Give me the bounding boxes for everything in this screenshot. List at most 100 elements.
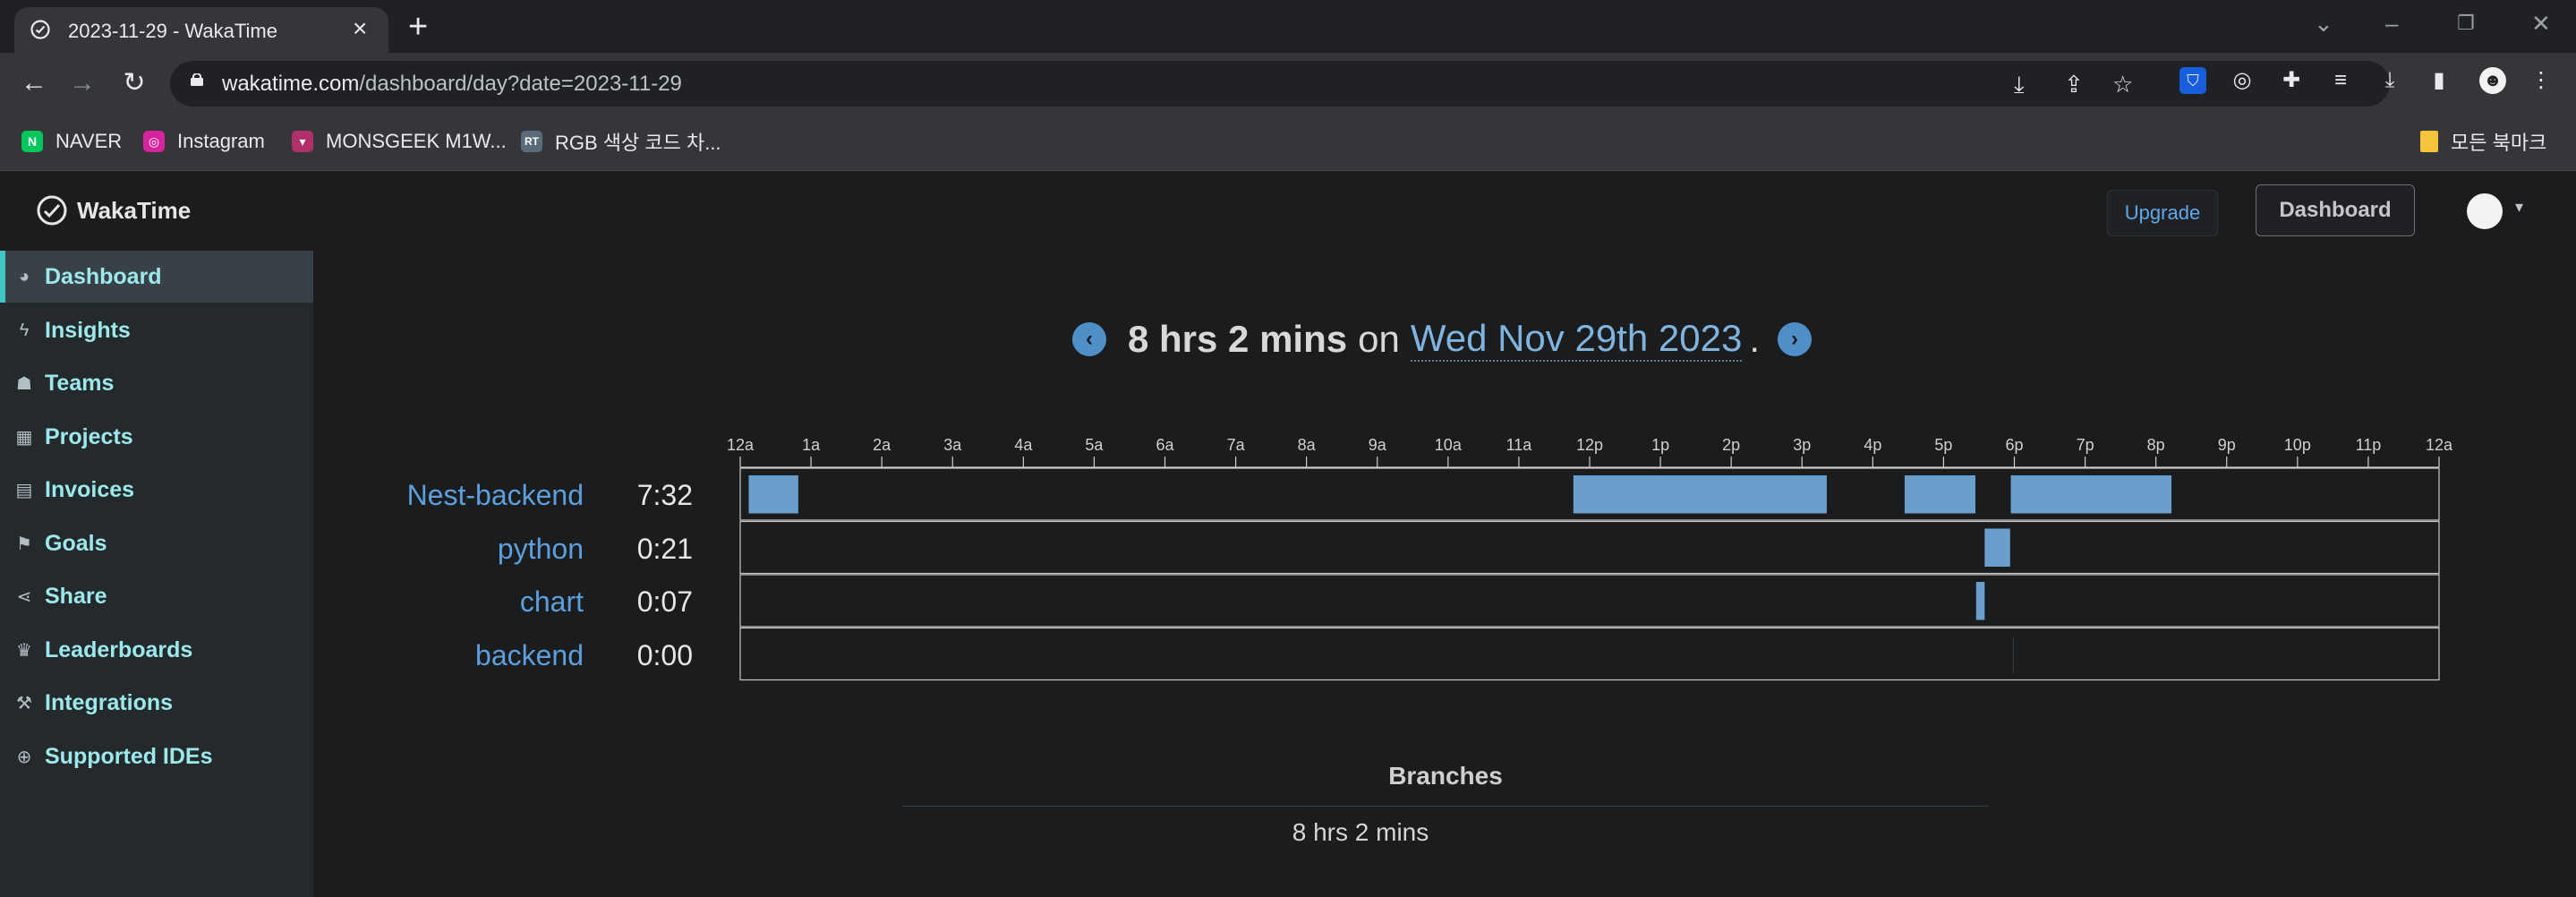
restore-icon[interactable]: ❐ [2457,5,2475,41]
x-tick-label: 6p [2005,436,2023,454]
address-bar[interactable]: wakatime.com/dashboard/day?date=2023-11-… [170,61,2390,107]
wakatime-page: WakaTime Upgrade Dashboard ▾ ◕ Dashboard… [0,171,2576,897]
x-tick-label: 12a [727,436,755,454]
activity-bar [748,475,798,514]
x-tick-label: 3p [1793,436,1811,454]
x-tick-label: 2p [1722,436,1740,454]
minimize-icon[interactable]: – [2385,5,2398,41]
document-icon: ▤ [15,480,33,500]
sidebar-item-share[interactable]: ⋖ Share [0,570,313,622]
browser-tabstrip: 2023-11-29 - WakaTime × + ⌄ – ❐ ✕ [0,0,2576,53]
dashboard-button[interactable]: Dashboard [2256,184,2415,236]
rgb-icon: RT [521,131,542,152]
date-picker-link[interactable]: Wed Nov 29th 2023 [1410,317,1743,362]
x-tick-label: 11a [1506,436,1533,454]
sidebar-item-leaderboards[interactable]: ♛ Leaderboards [0,624,313,676]
on-text: on [1358,318,1400,360]
trophy-icon: ♛ [16,640,32,661]
x-tick-label: 5a [1085,436,1104,454]
upgrade-button[interactable]: Upgrade [2107,190,2218,236]
browser-menu-icon[interactable]: ⋮ [2528,67,2555,94]
users-icon: ☗ [16,373,32,394]
period-text: . [1749,318,1760,360]
project-link[interactable]: chart [315,585,584,619]
wrench-icon: ⚒ [16,693,32,713]
user-avatar[interactable] [2467,193,2503,229]
extension-glasses-icon[interactable]: ◎ [2229,67,2256,94]
wakatime-logo[interactable]: WakaTime [36,194,191,226]
project-time: 0:07 [636,585,693,618]
folder-icon [2420,131,2438,152]
bookmark-monsgeek[interactable]: ▾ MONSGEEK M1W... [292,127,507,156]
sidebar-item-integrations[interactable]: ⚒ Integrations [0,677,313,729]
x-tick-label: 7a [1227,436,1246,454]
grid-icon: ▦ [15,427,33,448]
x-tick-label: 10p [2284,436,2311,454]
close-tab-icon[interactable]: × [353,15,367,42]
x-tick-label: 12a [2426,436,2453,454]
browser-toolbar: ← → ↻ wakatime.com/dashboard/day?date=20… [0,53,2576,115]
x-tick-label: 1p [1651,436,1669,454]
side-panel-icon[interactable]: ▮ [2426,67,2452,94]
browser-tab[interactable]: 2023-11-29 - WakaTime × [14,7,388,53]
install-app-icon[interactable]: ⤓ [2014,71,2025,99]
logo-text: WakaTime [77,196,192,224]
sidebar-item-projects[interactable]: ▦ Projects [0,411,313,463]
profile-avatar-icon[interactable]: ☻ [2479,67,2506,94]
window-close-icon[interactable]: ✕ [2531,5,2551,41]
bookmark-star-icon[interactable]: ☆ [2112,71,2133,98]
activity-bar [2012,636,2014,672]
url-text: wakatime.com/dashboard/day?date=2023-11-… [222,72,682,96]
activity-bar [1984,528,2010,567]
reload-icon[interactable]: ↻ [116,65,152,101]
timeline-row [739,574,2440,628]
x-tick-label: 9p [2218,436,2236,454]
activity-bar [2010,475,2172,514]
x-tick-label: 1a [802,436,821,454]
project-link[interactable]: python [315,533,584,566]
downloads-icon[interactable]: ⤓ [2376,67,2403,94]
wakatime-logo-icon [37,195,67,226]
x-tick-label: 2a [873,436,891,454]
activity-bar [1573,475,1827,514]
x-tick-label: 6a [1156,436,1174,454]
branches-total: 8 hrs 2 mins [1292,818,1429,846]
x-tick-label: 3a [943,436,962,454]
previous-day-icon[interactable]: ‹ [1072,322,1106,356]
branches-divider [902,806,1989,807]
forward-icon[interactable]: → [64,65,100,101]
sidebar-item-teams[interactable]: ☗ Teams [0,357,313,409]
dashboard-icon: ◕ [18,266,30,286]
x-tick-label: 4a [1014,436,1033,454]
share-page-icon[interactable]: ⇪ [2064,71,2084,98]
tab-title: 2023-11-29 - WakaTime [68,20,277,42]
bookmark-rgb[interactable]: RT RGB 색상 코드 차... [521,127,721,156]
instagram-icon: ◎ [143,131,165,152]
bookmark-naver[interactable]: N NAVER [21,127,122,156]
bookmark-all-folder[interactable]: 모든 북마크 [2420,127,2546,156]
activity-bar [1975,582,1985,620]
bitwarden-icon[interactable]: ⛉ [2179,67,2206,94]
sidebar-item-goals[interactable]: ⚑ Goals [0,517,313,569]
x-tick-label: 9a [1369,436,1387,454]
media-queue-icon[interactable]: ≡ [2327,67,2354,94]
sidebar-item-invoices[interactable]: ▤ Invoices [0,464,313,516]
new-tab-icon[interactable]: + [408,7,428,47]
sidebar-item-supported-ides[interactable]: ⊕ Supported IDEs [0,730,313,782]
plus-circle-icon: ⊕ [16,747,32,767]
back-icon[interactable]: ← [16,65,52,101]
timeline-row [739,627,2440,681]
bookmark-instagram[interactable]: ◎ Instagram [143,127,265,156]
monsgeek-icon: ▾ [292,131,313,152]
flag-icon: ⚑ [16,534,32,554]
project-link[interactable]: backend [315,639,584,672]
next-day-icon[interactable]: › [1777,322,1812,356]
project-time: 7:32 [636,479,693,511]
sidebar-item-dashboard[interactable]: ◕ Dashboard [0,251,313,303]
total-time: 8 hrs 2 mins [1128,318,1348,360]
tab-search-icon[interactable]: ⌄ [2314,5,2333,41]
sidebar-item-insights[interactable]: ϟ Insights [0,304,313,356]
extensions-puzzle-icon[interactable]: ✚ [2278,67,2305,94]
project-link[interactable]: Nest-backend [315,479,584,512]
chevron-down-icon[interactable]: ▾ [2515,198,2523,217]
